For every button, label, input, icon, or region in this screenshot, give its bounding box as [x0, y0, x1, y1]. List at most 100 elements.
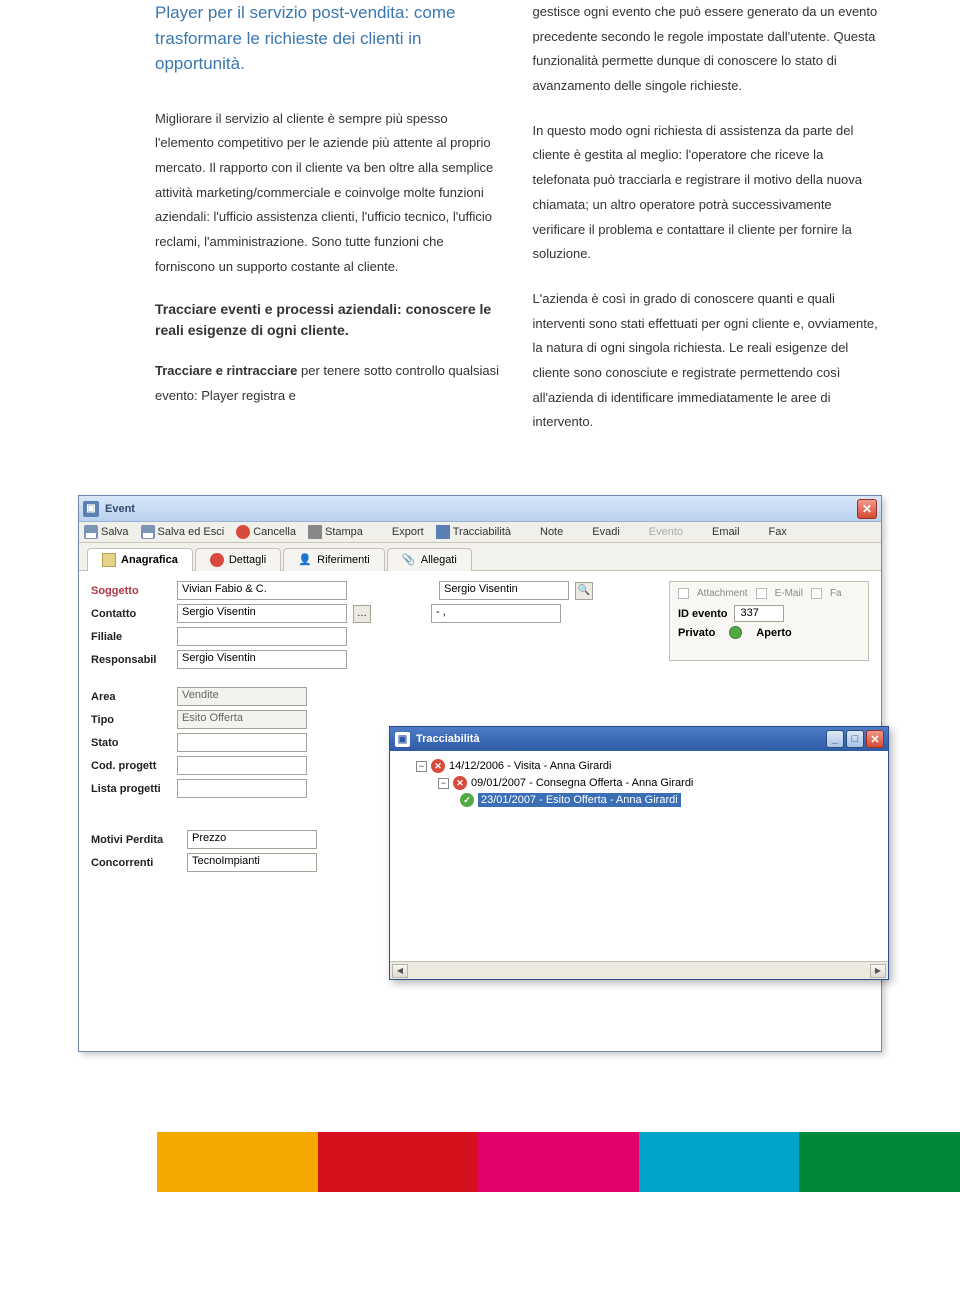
filiale-label: Filiale [91, 631, 171, 643]
motivi-perdita-input[interactable]: Prezzo [187, 830, 317, 849]
tree-node-1[interactable]: − ✕ 14/12/2006 - Visita - Anna Girardi [400, 759, 878, 773]
tracciabilita-button[interactable]: Tracciabilità [436, 525, 511, 539]
contatto-label: Contatto [91, 608, 171, 620]
responsabil-input[interactable]: Sergio Visentin [177, 650, 347, 669]
cod-progett-input[interactable] [177, 756, 307, 775]
status-red-icon: ✕ [431, 759, 445, 773]
filiale-input[interactable] [177, 627, 347, 646]
privato-status-icon [729, 626, 742, 639]
tab-allegati[interactable]: 📎Allegati [387, 548, 472, 571]
lista-progetti-input[interactable] [177, 779, 307, 798]
stampa-button[interactable]: Stampa [308, 525, 363, 539]
cancella-button[interactable]: Cancella [236, 525, 296, 539]
tab-dettagli[interactable]: Dettagli [195, 548, 281, 571]
motivi-perdita-label: Motivi Perdita [91, 834, 181, 846]
popup-titlebar: ▣ Tracciabilità _ □ ✕ [390, 727, 888, 751]
popup-title: Tracciabilità [416, 733, 480, 745]
tabs: Anagrafica Dettagli 👤Riferimenti 📎Allega… [79, 543, 881, 571]
col2-paragraph-3: L'azienda è così in grado di conoscere q… [533, 287, 881, 435]
id-evento-label: ID evento [678, 608, 728, 620]
col2-paragraph-2: In questo modo ogni richiesta di assiste… [533, 119, 881, 267]
side-panel: Attachment E-Mail Fa ID evento 337 Priva… [669, 581, 869, 661]
evadi-button[interactable]: Evadi [575, 525, 620, 539]
attachment-label: Attachment [697, 588, 748, 599]
collapse-icon[interactable]: − [416, 761, 427, 772]
collapse-icon[interactable]: − [438, 778, 449, 789]
headline: Player per il servizio post-vendita: com… [155, 0, 503, 77]
minimize-icon[interactable]: _ [826, 730, 844, 748]
area-label: Area [91, 691, 171, 703]
col1-paragraph-1: Migliorare il servizio al cliente è semp… [155, 107, 503, 280]
aperto-label: Aperto [756, 627, 791, 639]
fa-label: Fa [830, 588, 842, 599]
titlebar: ▣ Event ✕ [79, 496, 881, 522]
note-icon [523, 525, 537, 539]
id-evento-value: 337 [734, 605, 784, 622]
status-green-icon: ✓ [460, 793, 474, 807]
area-input[interactable]: Vendite [177, 687, 307, 706]
anagrafica-icon [102, 553, 116, 567]
concorrenti-label: Concorrenti [91, 857, 181, 869]
tab-riferimenti[interactable]: 👤Riferimenti [283, 548, 385, 571]
export-button[interactable]: Export [375, 525, 424, 539]
popup-scrollbar[interactable]: ◀ ▶ [390, 961, 888, 979]
save-icon [84, 525, 98, 539]
stato-label: Stato [91, 737, 171, 749]
email-icon [695, 525, 709, 539]
event-window: ▣ Event ✕ Salva Salva ed Esci Cancella S… [78, 495, 882, 1052]
col1-paragraph-track: Tracciare e rintracciare per tenere sott… [155, 359, 503, 408]
popup-app-icon: ▣ [395, 732, 410, 747]
tipo-input[interactable]: Esito Offerta [177, 710, 307, 729]
cancel-icon [236, 525, 250, 539]
concorrenti-input[interactable]: TecnoImpianti [187, 853, 317, 872]
search-icon[interactable]: 🔍 [575, 582, 593, 600]
scroll-left-icon[interactable]: ◀ [392, 964, 408, 978]
responsabil-label: Responsabil [91, 654, 171, 666]
scroll-right-icon[interactable]: ▶ [870, 964, 886, 978]
dettagli-icon [210, 553, 224, 567]
contatto-input[interactable]: Sergio Visentin [177, 604, 347, 623]
tipo-label: Tipo [91, 714, 171, 726]
fax-icon [752, 525, 766, 539]
app-icon: ▣ [83, 501, 99, 517]
form-area: Soggetto Vivian Fabio & C. Sergio Visent… [79, 571, 881, 1051]
tree-node-3[interactable]: ✓ 23/01/2007 - Esito Offerta - Anna Gira… [400, 793, 878, 807]
status-red-icon: ✕ [453, 776, 467, 790]
fax-button[interactable]: Fax [752, 525, 787, 539]
dash-input[interactable]: - , [431, 604, 561, 623]
soggetto-input[interactable]: Vivian Fabio & C. [177, 581, 347, 600]
tree-node-2[interactable]: − ✕ 09/01/2007 - Consegna Offerta - Anna… [400, 776, 878, 790]
lista-progetti-label: Lista progetti [91, 783, 171, 795]
window-title: Event [105, 503, 135, 515]
maximize-icon[interactable]: □ [846, 730, 864, 748]
save-exit-icon [141, 525, 155, 539]
responsabile2-input[interactable]: Sergio Visentin [439, 581, 569, 600]
tab-anagrafica[interactable]: Anagrafica [87, 548, 193, 571]
email-label: E-Mail [775, 588, 803, 599]
popup-close-icon[interactable]: ✕ [866, 730, 884, 748]
allegati-icon: 📎 [402, 553, 416, 567]
trace-icon [436, 525, 450, 539]
close-icon[interactable]: ✕ [857, 499, 877, 519]
email-button[interactable]: Email [695, 525, 740, 539]
fa-checkbox[interactable] [811, 588, 822, 599]
evento-icon [632, 525, 646, 539]
riferimenti-icon: 👤 [298, 553, 312, 567]
print-icon [308, 525, 322, 539]
stato-input[interactable] [177, 733, 307, 752]
privato-label: Privato [678, 627, 715, 639]
toolbar: Salva Salva ed Esci Cancella Stampa Expo… [79, 522, 881, 543]
cod-progett-label: Cod. progett [91, 760, 171, 772]
evento-button[interactable]: Evento [632, 525, 683, 539]
evadi-icon [575, 525, 589, 539]
trace-tree: − ✕ 14/12/2006 - Visita - Anna Girardi −… [390, 751, 888, 961]
email-checkbox[interactable] [756, 588, 767, 599]
soggetto-label: Soggetto [91, 585, 171, 597]
attachment-checkbox[interactable] [678, 588, 689, 599]
salva-esci-button[interactable]: Salva ed Esci [141, 525, 225, 539]
salva-button[interactable]: Salva [84, 525, 129, 539]
tracciabilita-popup: ▣ Tracciabilità _ □ ✕ − ✕ 14/12/2006 - V… [389, 726, 889, 980]
col1-subheading: Tracciare eventi e processi aziendali: c… [155, 299, 503, 341]
note-button[interactable]: Note [523, 525, 563, 539]
ellipsis-icon[interactable]: … [353, 605, 371, 623]
